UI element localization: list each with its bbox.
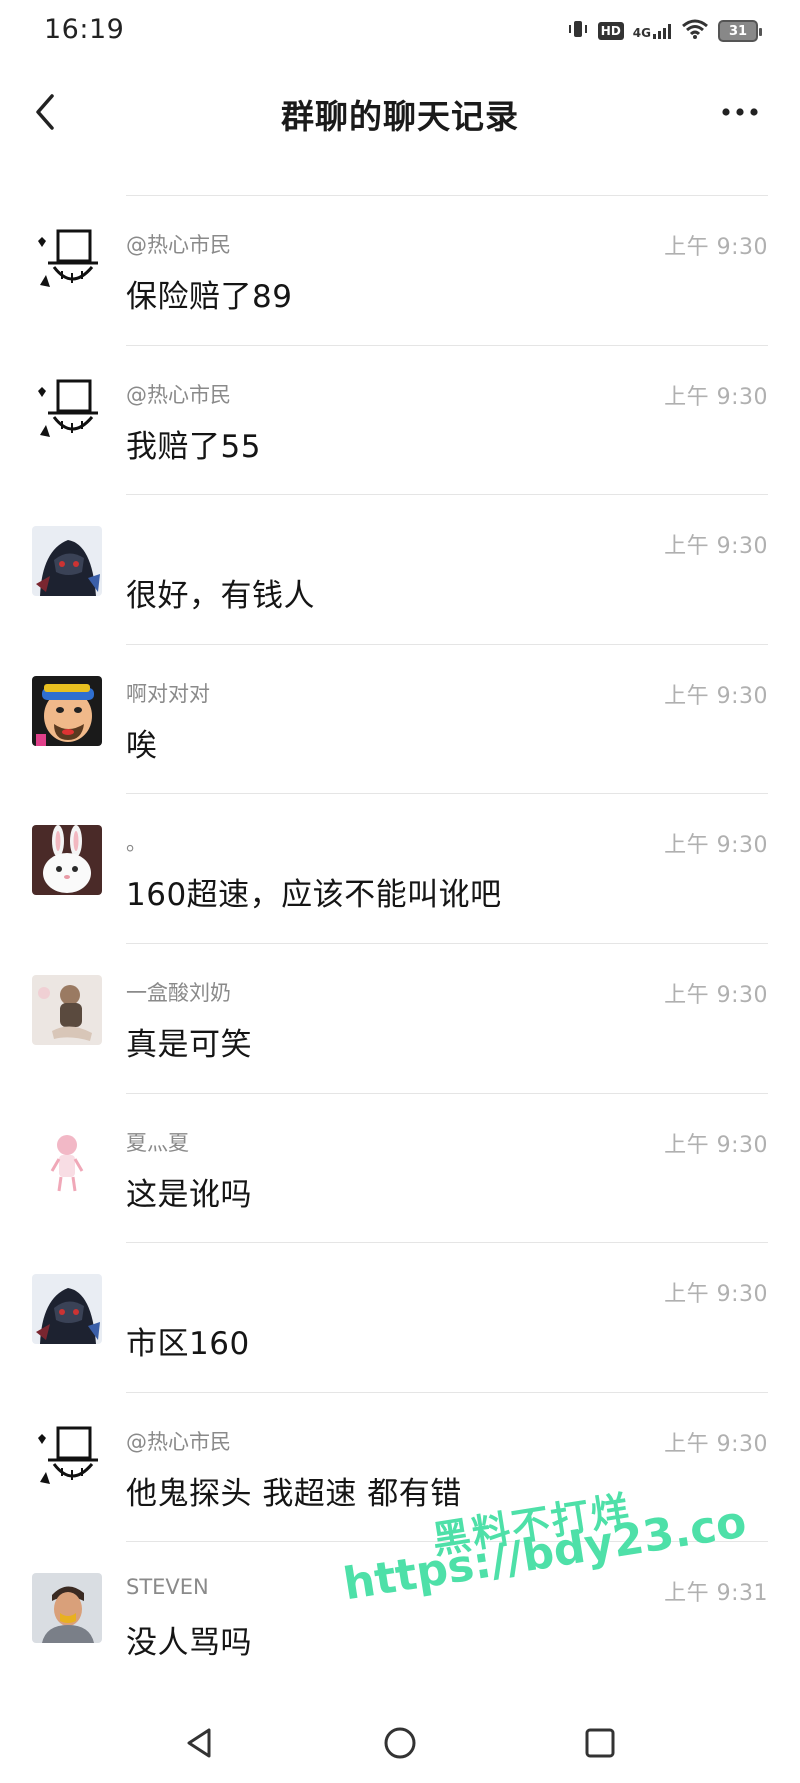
divider (126, 793, 768, 795)
list-item[interactable]: 上午 9:30 市区160 (0, 1242, 800, 1392)
square-recents-icon (585, 1728, 615, 1758)
more-dots-icon (722, 108, 758, 116)
sender-name: @热心市民 (126, 233, 231, 257)
system-back-button[interactable] (175, 1718, 225, 1768)
sender-name: 夏灬夏 (126, 1130, 189, 1155)
message-text: 他鬼探头 我超速 都有错 (126, 1475, 462, 1512)
hat-sketch-avatar[interactable] (32, 376, 102, 447)
pink-doll-avatar[interactable] (32, 1124, 102, 1195)
sender-name: STEVEN (126, 1575, 209, 1600)
triangle-back-icon (187, 1728, 211, 1758)
hat-sketch-avatar[interactable] (32, 1423, 102, 1494)
divider (126, 1242, 768, 1244)
sender-name: 一盒酸刘奶 (126, 980, 231, 1005)
sender-name: @热心市民 (126, 382, 231, 407)
divider (126, 1391, 768, 1393)
divider (126, 1541, 768, 1543)
divider (126, 643, 768, 645)
list-item[interactable]: 一盒酸刘奶 上午 9:30 真是可笑 (0, 942, 800, 1093)
sender-name: 啊对对对 (126, 681, 210, 706)
message-text: 唉 (126, 727, 158, 764)
status-bar: 16:19 HD 4G 31 (0, 0, 800, 60)
divider (126, 942, 768, 944)
sender-name: 。 (126, 831, 147, 856)
system-recents-button[interactable] (575, 1718, 625, 1768)
message-text: 160超速，应该不能叫讹吧 (126, 877, 502, 914)
wifi-icon (681, 18, 709, 44)
list-item[interactable]: 上午 9:30 很好，有钱人 (0, 494, 800, 644)
message-time: 上午 9:30 (664, 1132, 768, 1158)
system-nav-bar (0, 1700, 800, 1783)
list-item[interactable]: @热心市民 上午 9:30 他鬼探头 我超速 都有错 (0, 1391, 800, 1542)
status-time: 16:19 (44, 14, 125, 45)
battery-icon: 31 (718, 20, 762, 42)
divider (126, 195, 768, 196)
hd-icon: HD (597, 22, 624, 40)
list-item[interactable]: @热心市民 上午 9:30 我赔了55 (0, 344, 800, 495)
message-time: 上午 9:30 (664, 534, 768, 560)
message-text: 没人骂吗 (126, 1625, 252, 1662)
message-time: 上午 9:30 (664, 1431, 768, 1457)
system-home-button[interactable] (375, 1718, 425, 1768)
message-text: 这是讹吗 (126, 1176, 252, 1213)
figure-photo-avatar[interactable] (32, 974, 102, 1045)
signal-icon: 4G (633, 22, 672, 40)
message-text: 真是可笑 (126, 1026, 252, 1063)
list-item[interactable]: 。 上午 9:30 160超速，应该不能叫讹吧 (0, 793, 800, 943)
divider (126, 494, 768, 496)
status-icons: HD 4G 31 (567, 16, 762, 46)
more-options-button[interactable] (718, 94, 762, 130)
nav-bar: 群聊的聊天记录 (0, 72, 800, 152)
list-item[interactable]: 夏灬夏 上午 9:30 这是讹吗 (0, 1092, 800, 1243)
message-time: 上午 9:30 (664, 235, 768, 260)
page-title: 群聊的聊天记录 (281, 97, 519, 136)
list-item[interactable]: @热心市民 上午 9:30 保险赔了89 (0, 195, 800, 345)
white-rabbit-avatar[interactable] (32, 825, 102, 896)
message-time: 上午 9:30 (664, 384, 768, 410)
divider (126, 1092, 768, 1094)
hooded-figure-avatar[interactable] (32, 1274, 102, 1345)
list-item[interactable]: 啊对对对 上午 9:30 唉 (0, 643, 800, 794)
message-time: 上午 9:31 (664, 1581, 768, 1607)
message-time: 上午 9:30 (664, 1282, 768, 1308)
message-time: 上午 9:30 (664, 982, 768, 1008)
sender-name: @热心市民 (126, 1429, 231, 1454)
message-text: 保险赔了89 (126, 279, 293, 315)
battery-level: 31 (728, 23, 748, 39)
portrait-avatar[interactable] (32, 1573, 102, 1644)
vibrate-icon (567, 19, 589, 43)
message-text: 我赔了55 (126, 428, 261, 465)
message-time: 上午 9:30 (664, 683, 768, 709)
message-text: 很好，有钱人 (126, 578, 315, 615)
hooded-figure-avatar[interactable] (32, 526, 102, 597)
network-type: 4G (632, 26, 651, 40)
message-text: 市区160 (126, 1326, 250, 1363)
list-item[interactable]: STEVEN 上午 9:31 没人骂吗 (0, 1541, 800, 1691)
cartoon-man-avatar[interactable] (32, 675, 102, 746)
message-time: 上午 9:30 (664, 833, 768, 859)
hat-sketch-avatar[interactable] (32, 227, 102, 297)
divider (126, 344, 768, 346)
chat-record-list[interactable]: @热心市民 上午 9:30 保险赔了89 @热心市民 上午 9:30 我赔了55 (0, 195, 800, 1691)
circle-home-icon (384, 1727, 416, 1759)
